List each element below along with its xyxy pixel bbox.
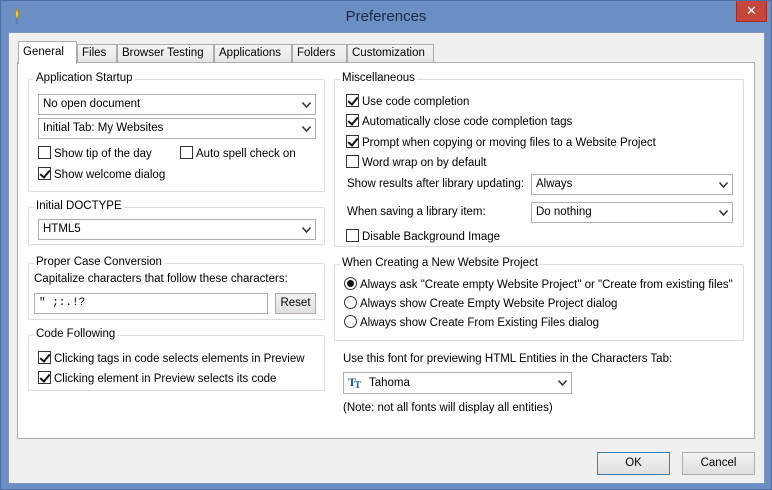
miscellaneous-group: Miscellaneous Use code completion Automa… bbox=[334, 72, 744, 247]
doctype-select[interactable]: HTML5 bbox=[38, 219, 316, 240]
cancel-button[interactable]: Cancel bbox=[682, 452, 755, 475]
checkbox-unchecked-icon bbox=[180, 146, 193, 159]
show-existing-files-radio[interactable]: Always show Create From Existing Files d… bbox=[344, 315, 599, 331]
open-document-value: No open document bbox=[43, 98, 141, 110]
open-document-select[interactable]: No open document bbox=[38, 94, 316, 115]
capitalize-characters-input[interactable]: " ;:.!? bbox=[34, 293, 268, 314]
proper-case-description: Capitalize characters that follow these … bbox=[34, 273, 288, 285]
entities-font-value: Tahoma bbox=[369, 377, 410, 389]
entities-font-label: Use this font for previewing HTML Entiti… bbox=[343, 353, 673, 365]
chevron-down-icon bbox=[301, 95, 311, 114]
show-existing-files-label: Always show Create From Existing Files d… bbox=[360, 317, 600, 329]
auto-close-tags-checkbox[interactable]: Automatically close code completion tags bbox=[346, 114, 572, 130]
code-completion-label: Use code completion bbox=[362, 96, 470, 108]
auto-spell-checkbox[interactable]: Auto spell check on bbox=[180, 146, 296, 162]
application-startup-group: Application Startup No open document Ini… bbox=[28, 72, 325, 192]
entities-font-note: (Note: not all fonts will display all en… bbox=[343, 402, 553, 414]
show-empty-project-label: Always show Create Empty Website Project… bbox=[360, 298, 618, 310]
word-wrap-label: Word wrap on by default bbox=[362, 157, 487, 169]
proper-case-legend: Proper Case Conversion bbox=[34, 256, 164, 268]
chevron-down-icon bbox=[718, 175, 728, 194]
initial-doctype-group: Initial DOCTYPE HTML5 bbox=[28, 200, 325, 245]
show-welcome-label: Show welcome dialog bbox=[54, 169, 166, 181]
tab-general[interactable]: General bbox=[18, 41, 77, 64]
dialog-body: General Files Browser Testing Applicatio… bbox=[8, 32, 765, 484]
code-following-legend: Code Following bbox=[34, 328, 118, 340]
saving-library-select[interactable]: Do nothing bbox=[531, 202, 733, 223]
code-completion-checkbox[interactable]: Use code completion bbox=[346, 94, 469, 110]
checkbox-checked-icon bbox=[346, 94, 359, 107]
truetype-font-icon: T T bbox=[348, 375, 362, 389]
tab-folders[interactable]: Folders bbox=[292, 44, 347, 63]
svg-text:T: T bbox=[354, 379, 362, 389]
miscellaneous-legend: Miscellaneous bbox=[340, 72, 417, 84]
checkbox-unchecked-icon bbox=[346, 229, 359, 242]
show-welcome-checkbox[interactable]: Show welcome dialog bbox=[38, 167, 165, 183]
element-select-checkbox[interactable]: Clicking element in Preview selects its … bbox=[38, 371, 276, 387]
always-ask-radio[interactable]: Always ask "Create empty Website Project… bbox=[344, 277, 733, 293]
saving-library-label: When saving a library item: bbox=[347, 206, 486, 218]
reset-button[interactable]: Reset bbox=[275, 293, 316, 314]
window-title: Preferences bbox=[345, 8, 427, 25]
tab-browser-testing[interactable]: Browser Testing bbox=[117, 44, 214, 63]
disable-background-checkbox[interactable]: Disable Background Image bbox=[346, 229, 500, 245]
close-button[interactable]: ✕ bbox=[736, 1, 767, 22]
element-select-label: Clicking element in Preview selects its … bbox=[54, 373, 277, 385]
new-project-legend: When Creating a New Website Project bbox=[340, 257, 541, 269]
entities-font-select[interactable]: T T Tahoma bbox=[343, 372, 572, 394]
tags-select-label: Clicking tags in code selects elements i… bbox=[54, 353, 305, 365]
show-tip-checkbox[interactable]: Show tip of the day bbox=[38, 146, 152, 162]
checkbox-checked-icon bbox=[38, 371, 51, 384]
prompt-copy-checkbox[interactable]: Prompt when copying or moving files to a… bbox=[346, 135, 656, 151]
tab-customization[interactable]: Customization bbox=[347, 44, 434, 63]
application-startup-legend: Application Startup bbox=[34, 72, 135, 84]
checkbox-checked-icon bbox=[346, 114, 359, 127]
chevron-down-icon bbox=[718, 203, 728, 222]
show-results-select[interactable]: Always bbox=[531, 174, 733, 195]
proper-case-group: Proper Case Conversion Capitalize charac… bbox=[28, 256, 325, 320]
new-project-group: When Creating a New Website Project Alwa… bbox=[334, 257, 744, 341]
initial-doctype-legend: Initial DOCTYPE bbox=[34, 200, 124, 212]
chevron-down-icon bbox=[557, 373, 567, 392]
show-tip-label: Show tip of the day bbox=[54, 148, 152, 160]
checkbox-checked-icon bbox=[38, 167, 51, 180]
checkbox-unchecked-icon bbox=[346, 155, 359, 168]
show-results-value: Always bbox=[536, 178, 573, 190]
radio-unselected-icon bbox=[344, 296, 357, 309]
show-results-label: Show results after library updating: bbox=[347, 178, 525, 190]
prompt-copy-label: Prompt when copying or moving files to a… bbox=[362, 137, 656, 149]
checkbox-checked-icon bbox=[346, 135, 359, 148]
title-bar[interactable]: Preferences ✕ bbox=[1, 1, 771, 32]
checkbox-unchecked-icon bbox=[38, 146, 51, 159]
radio-unselected-icon bbox=[344, 315, 357, 328]
code-following-group: Code Following Clicking tags in code sel… bbox=[28, 328, 325, 391]
chevron-down-icon bbox=[301, 220, 311, 239]
tab-applications[interactable]: Applications bbox=[214, 44, 292, 63]
tab-files[interactable]: Files bbox=[77, 44, 117, 63]
checkbox-checked-icon bbox=[38, 351, 51, 364]
initial-tab-select[interactable]: Initial Tab: My Websites bbox=[38, 118, 316, 139]
always-ask-label: Always ask "Create empty Website Project… bbox=[360, 279, 733, 291]
saving-library-value: Do nothing bbox=[536, 206, 592, 218]
disable-background-label: Disable Background Image bbox=[362, 231, 501, 243]
preferences-window: Preferences ✕ General Files Browser Test… bbox=[0, 0, 772, 490]
word-wrap-checkbox[interactable]: Word wrap on by default bbox=[346, 155, 486, 171]
tags-select-checkbox[interactable]: Clicking tags in code selects elements i… bbox=[38, 351, 305, 367]
initial-tab-value: Initial Tab: My Websites bbox=[43, 122, 164, 134]
doctype-value: HTML5 bbox=[43, 223, 81, 235]
show-empty-project-radio[interactable]: Always show Create Empty Website Project… bbox=[344, 296, 617, 312]
auto-spell-label: Auto spell check on bbox=[196, 148, 296, 160]
ok-button[interactable]: OK bbox=[597, 452, 670, 475]
auto-close-tags-label: Automatically close code completion tags bbox=[362, 116, 573, 128]
general-tab-panel: Application Startup No open document Ini… bbox=[17, 62, 755, 439]
chevron-down-icon bbox=[301, 119, 311, 138]
radio-selected-icon bbox=[344, 277, 357, 290]
